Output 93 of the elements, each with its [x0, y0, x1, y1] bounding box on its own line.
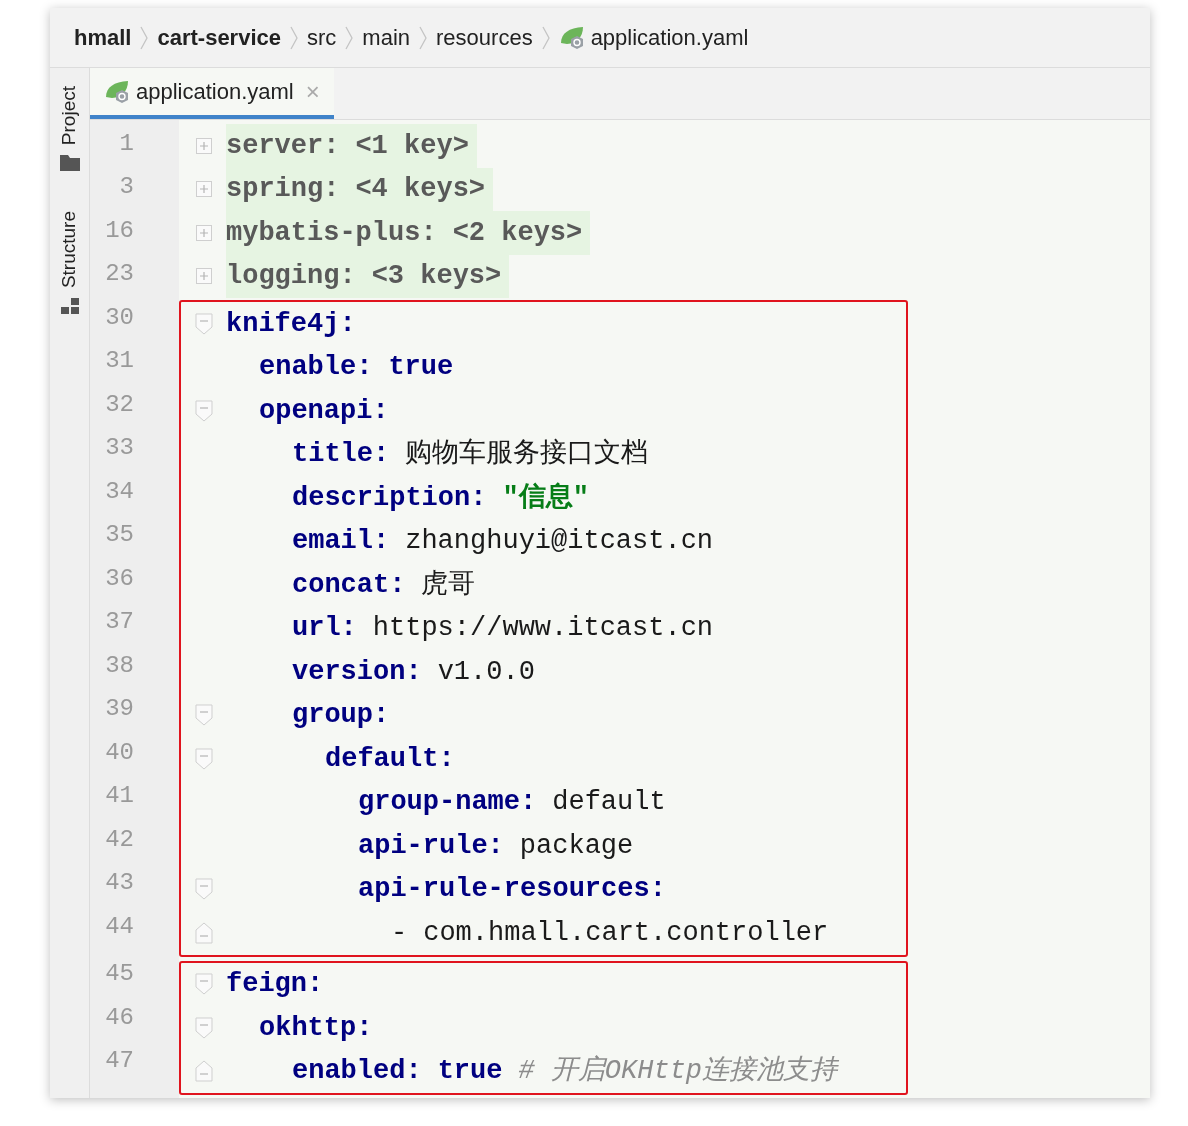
yaml-key: mybatis-plus: — [226, 212, 437, 253]
line-number: 16 — [105, 215, 134, 246]
line-number: 1 — [119, 128, 134, 159]
folded-section[interactable]: spring: <4 keys> — [226, 167, 494, 211]
yaml-key: title: — [292, 434, 390, 475]
yaml-key: default: — [325, 738, 455, 779]
folded-section[interactable]: server: <1 key> — [226, 124, 477, 168]
line-number: 33 — [105, 433, 134, 464]
line-number: 32 — [105, 389, 134, 420]
breadcrumb-item[interactable]: hmall — [74, 21, 132, 54]
yaml-key: enable: — [259, 347, 373, 388]
yaml-value: true — [437, 1055, 503, 1088]
yaml-value: default — [552, 786, 666, 819]
collapse-icon[interactable] — [194, 878, 213, 901]
breadcrumb-item[interactable]: resources — [436, 21, 533, 54]
line-number: 43 — [105, 868, 134, 899]
folded-placeholder: <2 keys> — [452, 216, 583, 250]
yaml-value: 虎哥 — [421, 568, 476, 602]
folder-icon — [59, 155, 80, 172]
collapse-icon[interactable] — [194, 399, 213, 422]
tool-window-button[interactable]: Structure — [55, 211, 84, 315]
folded-placeholder: <4 keys> — [355, 173, 486, 206]
expand-icon[interactable] — [195, 181, 212, 198]
fold-end-icon[interactable] — [194, 1060, 213, 1083]
collapse-icon[interactable] — [194, 747, 213, 770]
line-number: 3 — [119, 172, 134, 203]
yaml-value: "信息" — [502, 481, 589, 515]
yaml-key: spring: — [226, 169, 340, 210]
yaml-key: enabled: — [292, 1051, 422, 1092]
collapse-icon[interactable] — [194, 1016, 213, 1039]
chevron-icon — [139, 24, 150, 51]
yaml-key: group-name: — [358, 782, 537, 823]
yaml-key: server: — [226, 125, 340, 166]
yaml-key: group: — [292, 695, 390, 736]
file-tab[interactable]: application.yaml × — [90, 68, 334, 119]
breadcrumb-item[interactable]: src — [307, 21, 337, 54]
chevron-icon — [289, 24, 299, 51]
yaml-value: https://www.itcast.cn — [372, 612, 714, 645]
yaml-key: okhttp: — [259, 1007, 373, 1048]
chevron-icon — [418, 24, 429, 51]
expand-icon[interactable] — [195, 224, 212, 241]
line-number: 44 — [105, 911, 134, 942]
expand-icon[interactable] — [195, 137, 212, 154]
yaml-key: openapi: — [259, 390, 389, 431]
folded-section[interactable]: mybatis-plus: <2 keys> — [226, 211, 591, 255]
line-number: 42 — [105, 824, 134, 855]
yaml-key: api-rule: — [358, 825, 504, 866]
folded-placeholder: <3 keys> — [371, 260, 502, 293]
line-number: 47 — [105, 1046, 134, 1077]
line-number: 41 — [105, 781, 134, 812]
breadcrumb-item[interactable]: cart-service — [157, 21, 281, 54]
yaml-key: knife4j: — [226, 303, 356, 344]
yaml-key: feign: — [226, 964, 324, 1005]
yaml-key: url: — [292, 608, 357, 649]
folded-placeholder: <1 key> — [355, 129, 469, 163]
yaml-key: version: — [292, 651, 422, 692]
line-number: 31 — [105, 346, 134, 377]
line-number: 46 — [105, 1002, 134, 1033]
line-number: 38 — [105, 650, 134, 681]
yaml-value: package — [519, 829, 634, 863]
line-number: 34 — [105, 476, 134, 507]
yaml-key: description: — [292, 477, 487, 518]
line-number: 37 — [105, 607, 134, 638]
yaml-key: concat: — [292, 564, 406, 605]
yaml-key: logging: — [226, 256, 356, 297]
line-number: 39 — [105, 694, 134, 725]
breadcrumb-item[interactable]: main — [362, 21, 411, 54]
line-number: 36 — [105, 563, 134, 594]
chevron-icon — [540, 24, 551, 51]
line-number: 40 — [105, 737, 134, 768]
yaml-value: com.hmall.cart.controller — [423, 916, 829, 950]
code-comment: # 开启OKHttp连接池支持 — [518, 1054, 838, 1088]
list-dash: - — [391, 916, 408, 950]
yaml-value: 购物车服务接口文档 — [405, 437, 649, 471]
yaml-value: true — [388, 351, 454, 384]
line-number: 35 — [105, 520, 134, 551]
yaml-value: zhanghuyi@itcast.cn — [405, 525, 714, 558]
expand-icon[interactable] — [195, 268, 212, 285]
structure-icon — [60, 298, 79, 315]
collapse-icon[interactable] — [194, 704, 213, 727]
chevron-icon — [344, 24, 355, 51]
yaml-key: api-rule-resources: — [358, 869, 666, 910]
line-number: 23 — [105, 259, 134, 290]
breadcrumb-item[interactable]: application.yaml — [558, 21, 749, 54]
yaml-value: v1.0.0 — [437, 655, 535, 689]
line-number: 45 — [105, 959, 134, 990]
collapse-icon[interactable] — [194, 312, 213, 335]
tool-window-button[interactable]: Project — [55, 86, 84, 172]
fold-end-icon[interactable] — [194, 921, 213, 944]
collapse-icon[interactable] — [194, 973, 213, 996]
line-number: 30 — [105, 302, 134, 333]
folded-section[interactable]: logging: <3 keys> — [226, 254, 510, 298]
yaml-key: email: — [292, 521, 390, 562]
